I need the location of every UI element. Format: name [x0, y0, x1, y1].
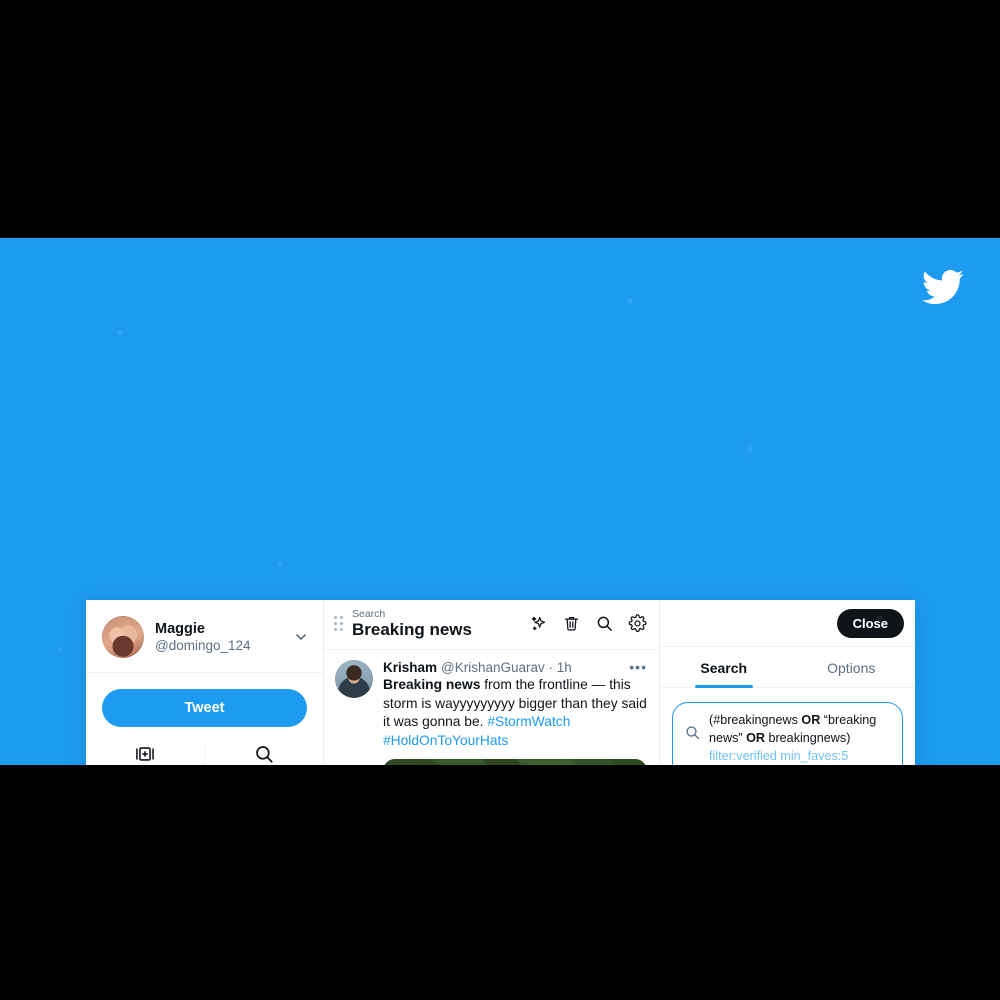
search-query-input[interactable]: (#breakingnews OR “breaking news” OR bre…: [672, 702, 903, 765]
search-icon: [256, 746, 273, 763]
search-icon: [686, 726, 700, 740]
tweet-button[interactable]: Tweet: [102, 689, 307, 727]
avatar: [335, 659, 373, 698]
add-column-button[interactable]: Add column: [86, 743, 204, 765]
query-group-open: (#breakingnews: [709, 713, 802, 727]
blue-backdrop: Maggie @domingo_124 Tweet Add column: [0, 238, 1000, 765]
tweet-feed: Krisham @KrishanGuarav · 1h ••• Breaking…: [324, 650, 659, 765]
tweet-author-name: Krisham: [383, 659, 438, 675]
account-switcher[interactable]: Maggie @domingo_124: [86, 600, 323, 673]
add-column-icon: [136, 747, 154, 761]
tweet-text: Breaking news from the frontline — this …: [383, 676, 647, 752]
tweet-text-bold: Breaking news: [383, 676, 481, 692]
account-name: Maggie: [155, 620, 205, 637]
search-icon[interactable]: [595, 614, 614, 633]
tweet-author-meta: @KrishanGuarav · 1h: [441, 659, 572, 675]
gear-icon[interactable]: [628, 614, 647, 633]
sparkle-icon[interactable]: [529, 614, 548, 633]
query-filter-terms: filter:verified min_faves:5: [709, 748, 849, 763]
tweet-media-image[interactable]: [383, 759, 647, 765]
tweetdeck-app-window: Maggie @domingo_124 Tweet Add column: [86, 600, 915, 765]
tab-options[interactable]: Options: [788, 647, 916, 687]
tab-search[interactable]: Search: [660, 647, 788, 687]
search-query-text: (#breakingnews OR “breaking news” OR bre…: [709, 712, 891, 765]
twitter-bird-icon: [922, 269, 964, 305]
query-group-close: breakingnews): [764, 730, 851, 745]
search-settings-panel: Close Search Options (#breakingnews OR “…: [660, 600, 915, 765]
query-operator-or: OR: [801, 713, 821, 727]
chevron-down-icon[interactable]: [293, 629, 309, 645]
avatar: [102, 616, 144, 658]
quick-actions: Add column Search: [86, 737, 323, 765]
account-handle: @domingo_124: [155, 637, 251, 653]
column-title: Breaking news: [352, 620, 472, 640]
panel-tabs: Search Options: [660, 647, 915, 688]
panel-header: Close: [660, 600, 915, 647]
drag-handle-icon[interactable]: [334, 616, 343, 632]
close-button[interactable]: Close: [836, 609, 904, 638]
sidebar: Maggie @domingo_124 Tweet Add column: [86, 600, 324, 765]
sidebar-search-button[interactable]: Search: [204, 743, 323, 765]
screenshot-stage: Maggie @domingo_124 Tweet Add column: [0, 0, 1000, 1000]
query-operator-or: OR: [746, 730, 765, 745]
trash-icon[interactable]: [562, 614, 581, 633]
column-header: Search Breaking news: [324, 600, 659, 650]
column-breaking-news: Search Breaking news Krisham @KrishanGua…: [324, 600, 660, 765]
column-kind-label: Search: [352, 608, 386, 620]
tweet-item[interactable]: Krisham @KrishanGuarav · 1h ••• Breaking…: [324, 650, 659, 765]
tweet-more-icon[interactable]: •••: [629, 660, 647, 674]
